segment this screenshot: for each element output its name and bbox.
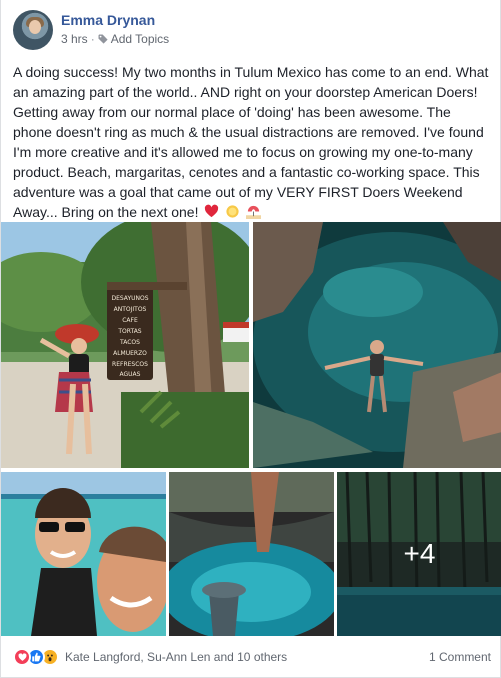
- sign-line-2: CAFE: [122, 317, 138, 324]
- post-text-container: A doing success! My two months in Tulum …: [13, 62, 491, 222]
- sign-line-0: DESAYUNOS: [111, 295, 148, 302]
- red-heart-icon: [205, 204, 219, 218]
- sign-line-6: REFRESCOS: [112, 361, 148, 368]
- photo-grid: DESAYUNOS ANTOJITOS CAFE TORTAS TACOS AL…: [1, 222, 501, 636]
- photo-selfie[interactable]: [1, 472, 166, 636]
- tag-icon: [98, 34, 108, 44]
- post-timestamp[interactable]: 3 hrs: [61, 32, 88, 46]
- sign-line-5: ALMUERZO: [113, 350, 147, 357]
- photo-cenote-cave[interactable]: [169, 472, 334, 636]
- sign-line-3: TORTAS: [117, 328, 141, 335]
- post-header: Emma Drynan 3 hrs · Add Topics: [13, 10, 483, 50]
- facebook-post: Emma Drynan 3 hrs · Add Topics A doing s…: [0, 0, 501, 678]
- more-photos-count: +4: [403, 538, 436, 569]
- more-photos-overlay[interactable]: +4: [337, 472, 501, 636]
- beach-umbrella-icon: [246, 205, 262, 219]
- sign-line-1: ANTOJITOS: [114, 306, 147, 313]
- sign-line-7: AGUAS: [120, 371, 141, 378]
- sun-icon: [226, 205, 239, 218]
- comment-count[interactable]: 1 Comment: [429, 650, 491, 664]
- reaction-summary[interactable]: Kate Langford, Su-Ann Len and 10 others: [65, 650, 287, 664]
- post-meta: 3 hrs · Add Topics: [61, 32, 169, 46]
- meta-separator: ·: [90, 32, 95, 46]
- author-name[interactable]: Emma Drynan: [61, 12, 155, 28]
- photo-cenote-swim[interactable]: [253, 222, 501, 468]
- photo-sign-beach[interactable]: DESAYUNOS ANTOJITOS CAFE TORTAS TACOS AL…: [1, 222, 249, 468]
- post-text: A doing success! My two months in Tulum …: [13, 64, 489, 220]
- sign-line-4: TACOS: [119, 339, 140, 346]
- add-topics-link[interactable]: Add Topics: [111, 32, 169, 46]
- post-footer: Kate Langford, Su-Ann Len and 10 others …: [13, 646, 491, 668]
- love-reaction-icon: [13, 648, 31, 666]
- photo-more[interactable]: +4: [337, 472, 501, 636]
- reaction-icons[interactable]: [13, 648, 59, 666]
- author-avatar[interactable]: [13, 10, 53, 50]
